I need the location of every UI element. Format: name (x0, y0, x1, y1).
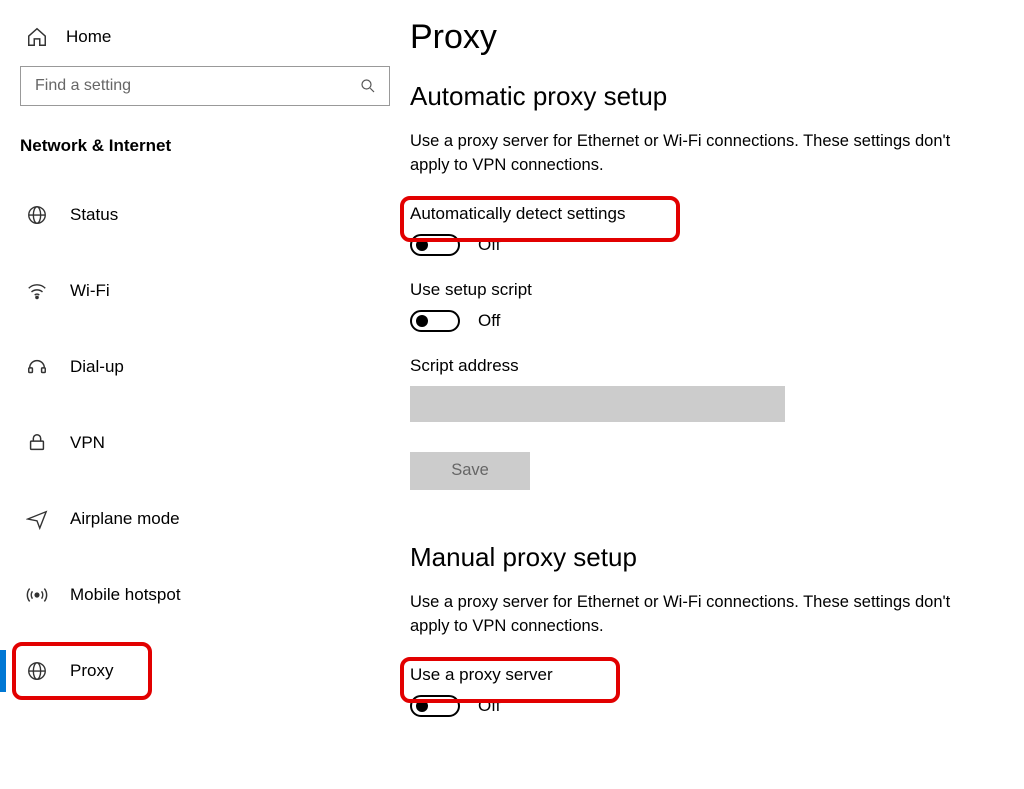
auto-detect-label: Automatically detect settings (410, 204, 625, 224)
script-address-label: Script address (410, 356, 1014, 376)
category-title: Network & Internet (20, 136, 410, 156)
sidebar-item-wifi[interactable]: Wi-Fi (20, 268, 390, 314)
sidebar-item-dialup[interactable]: Dial-up (20, 344, 390, 390)
page-title: Proxy (410, 18, 1014, 57)
use-proxy-toggle[interactable] (410, 695, 460, 717)
sidebar-item-label: Mobile hotspot (70, 585, 181, 605)
search-box[interactable] (20, 66, 390, 106)
auto-detect-toggle[interactable] (410, 234, 460, 256)
sidebar-item-label: Airplane mode (70, 509, 180, 529)
sidebar-item-proxy[interactable]: Proxy (20, 648, 390, 694)
use-script-toggle[interactable] (410, 310, 460, 332)
sidebar-item-label: Proxy (70, 661, 113, 681)
home-icon (26, 26, 48, 48)
hotspot-icon (26, 584, 48, 606)
vpn-icon (26, 432, 48, 454)
airplane-icon (26, 508, 48, 530)
use-proxy-block: Use a proxy server Off (410, 665, 553, 717)
search-icon (359, 77, 377, 95)
home-label: Home (66, 27, 111, 47)
sidebar-item-label: Status (70, 205, 118, 225)
sidebar-item-hotspot[interactable]: Mobile hotspot (20, 572, 390, 618)
use-script-label: Use setup script (410, 280, 1014, 300)
proxy-icon (26, 660, 48, 682)
sidebar-item-airplane[interactable]: Airplane mode (20, 496, 390, 542)
sidebar-item-label: Wi-Fi (70, 281, 110, 301)
manual-section-heading: Manual proxy setup (410, 542, 1014, 573)
auto-detect-state: Off (478, 235, 500, 255)
use-proxy-state: Off (478, 696, 500, 716)
sidebar: Home Network & Internet Status Wi-Fi (0, 0, 410, 789)
auto-detect-block: Automatically detect settings Off (410, 204, 625, 256)
sidebar-item-label: VPN (70, 433, 105, 453)
save-button[interactable]: Save (410, 452, 530, 490)
manual-section-description: Use a proxy server for Ethernet or Wi-Fi… (410, 591, 970, 639)
search-input[interactable] (33, 76, 359, 96)
sidebar-item-status[interactable]: Status (20, 192, 390, 238)
sidebar-item-vpn[interactable]: VPN (20, 420, 390, 466)
main-content: Proxy Automatic proxy setup Use a proxy … (410, 0, 1024, 789)
dialup-icon (26, 356, 48, 378)
auto-section-heading: Automatic proxy setup (410, 81, 1014, 112)
auto-section-description: Use a proxy server for Ethernet or Wi-Fi… (410, 130, 970, 178)
script-address-input[interactable] (410, 386, 785, 422)
sidebar-item-label: Dial-up (70, 357, 124, 377)
home-nav[interactable]: Home (20, 20, 410, 66)
wifi-icon (26, 280, 48, 302)
globe-icon (26, 204, 48, 226)
use-script-state: Off (478, 311, 500, 331)
use-proxy-label: Use a proxy server (410, 665, 553, 685)
